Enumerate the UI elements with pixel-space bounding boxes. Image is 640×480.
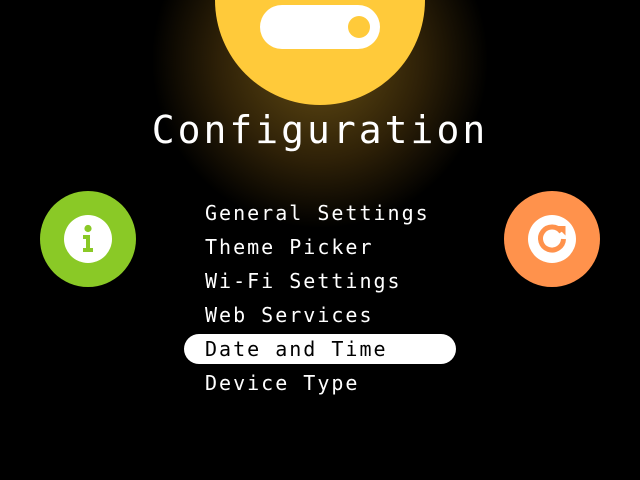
menu-item-theme-picker[interactable]: Theme Picker bbox=[184, 232, 456, 262]
menu-item-general-settings[interactable]: General Settings bbox=[184, 198, 456, 228]
info-button[interactable] bbox=[40, 191, 136, 287]
toggle-knob bbox=[348, 16, 370, 38]
settings-menu: General Settings Theme Picker Wi-Fi Sett… bbox=[184, 198, 456, 402]
refresh-icon bbox=[528, 215, 576, 263]
menu-item-wifi-settings[interactable]: Wi-Fi Settings bbox=[184, 266, 456, 296]
menu-item-date-and-time[interactable]: Date and Time bbox=[184, 334, 456, 364]
refresh-button[interactable] bbox=[504, 191, 600, 287]
page-title: Configuration bbox=[151, 108, 489, 152]
menu-item-device-type[interactable]: Device Type bbox=[184, 368, 456, 398]
menu-item-web-services[interactable]: Web Services bbox=[184, 300, 456, 330]
config-screen: Configuration General Settings Theme Pic… bbox=[0, 0, 640, 480]
info-icon bbox=[64, 215, 112, 263]
toggle-switch-icon bbox=[260, 5, 380, 49]
